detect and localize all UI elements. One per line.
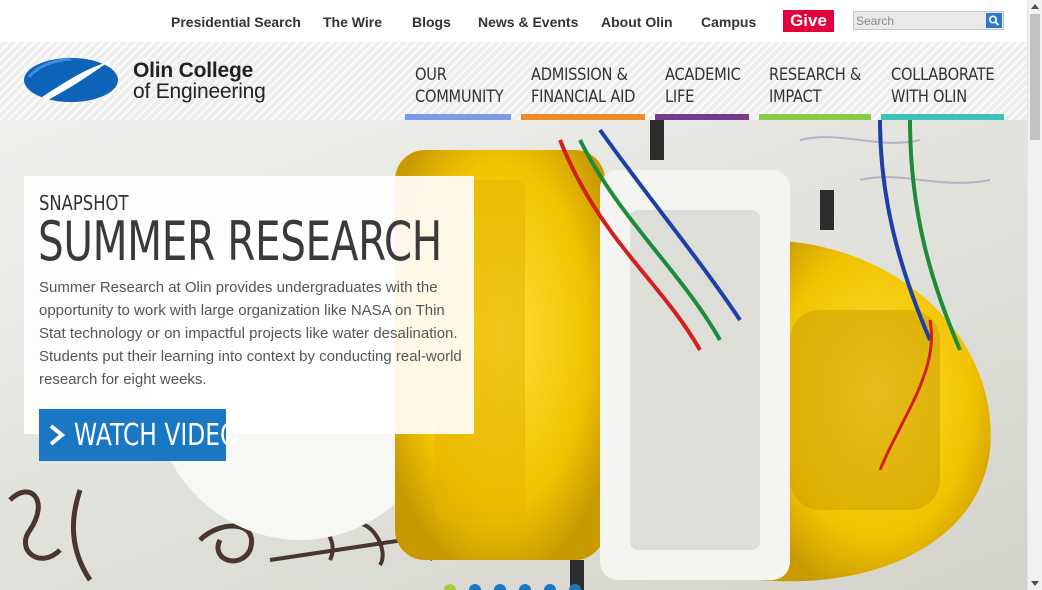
scroll-down-arrow-icon[interactable] xyxy=(1031,581,1039,586)
search-button[interactable] xyxy=(986,13,1002,28)
util-link-news-events[interactable]: News & Events xyxy=(478,14,578,30)
util-link-the-wire[interactable]: The Wire xyxy=(323,14,382,30)
search-box xyxy=(853,11,1004,30)
slider-dot-2[interactable] xyxy=(469,584,481,590)
slider-dot-5[interactable] xyxy=(544,584,556,590)
util-link-presidential-search[interactable]: Presidential Search xyxy=(171,14,301,30)
logo-name-line2: of Engineering xyxy=(133,80,266,103)
site-logo[interactable]: Olin College of Engineering xyxy=(24,56,284,106)
nav-collaborate-with-olin[interactable]: COLLABORATE WITH OLIN xyxy=(881,42,1004,120)
nav-our-community[interactable]: OUR COMMUNITY xyxy=(405,42,511,120)
util-link-about-olin[interactable]: About Olin xyxy=(601,14,673,30)
nav-collaborate-label: COLLABORATE WITH OLIN xyxy=(891,65,995,107)
slider-dot-1[interactable] xyxy=(444,584,456,590)
chevron-right-icon xyxy=(49,424,66,446)
util-link-campus[interactable]: Campus xyxy=(701,14,756,30)
scroll-up-arrow-icon[interactable] xyxy=(1031,4,1039,9)
hero-title: SUMMER RESEARCH xyxy=(38,210,442,273)
hero-description: Summer Research at Olin provides undergr… xyxy=(39,279,462,388)
nav-admission-financial-aid[interactable]: ADMISSION & FINANCIAL AID xyxy=(521,42,645,120)
nav-our-community-label: OUR COMMUNITY xyxy=(415,65,504,107)
util-link-blogs[interactable]: Blogs xyxy=(412,14,451,30)
watch-video-label: WATCH VIDEO xyxy=(74,418,239,453)
slider-dot-4[interactable] xyxy=(519,584,531,590)
slider-dot-6[interactable] xyxy=(569,584,581,590)
nav-academic-label: ACADEMIC LIFE xyxy=(665,65,741,107)
nav-research-label: RESEARCH & IMPACT xyxy=(769,65,862,107)
watch-video-button[interactable]: WATCH VIDEO xyxy=(39,409,238,461)
give-button[interactable]: Give xyxy=(783,10,834,32)
olin-swoosh-logo xyxy=(24,57,118,102)
utility-bar: Presidential Search The Wire Blogs News … xyxy=(0,0,1027,42)
nav-research-impact[interactable]: RESEARCH & IMPACT xyxy=(759,42,871,120)
scroll-thumb[interactable] xyxy=(1030,14,1040,140)
hero-card: SNAPSHOT SUMMER RESEARCH Summer Research… xyxy=(24,176,474,461)
hero-banner: SNAPSHOT SUMMER RESEARCH Summer Research… xyxy=(0,120,1027,590)
site-header: Olin College of Engineering OUR COMMUNITY… xyxy=(0,42,1027,120)
magnifier-icon xyxy=(988,15,1000,26)
nav-admission-label: ADMISSION & FINANCIAL AID xyxy=(531,65,636,107)
nav-academic-life[interactable]: ACADEMIC LIFE xyxy=(655,42,749,120)
page-scrollbar[interactable] xyxy=(1027,0,1042,590)
search-input[interactable] xyxy=(854,12,986,29)
slider-dot-3[interactable] xyxy=(494,584,506,590)
